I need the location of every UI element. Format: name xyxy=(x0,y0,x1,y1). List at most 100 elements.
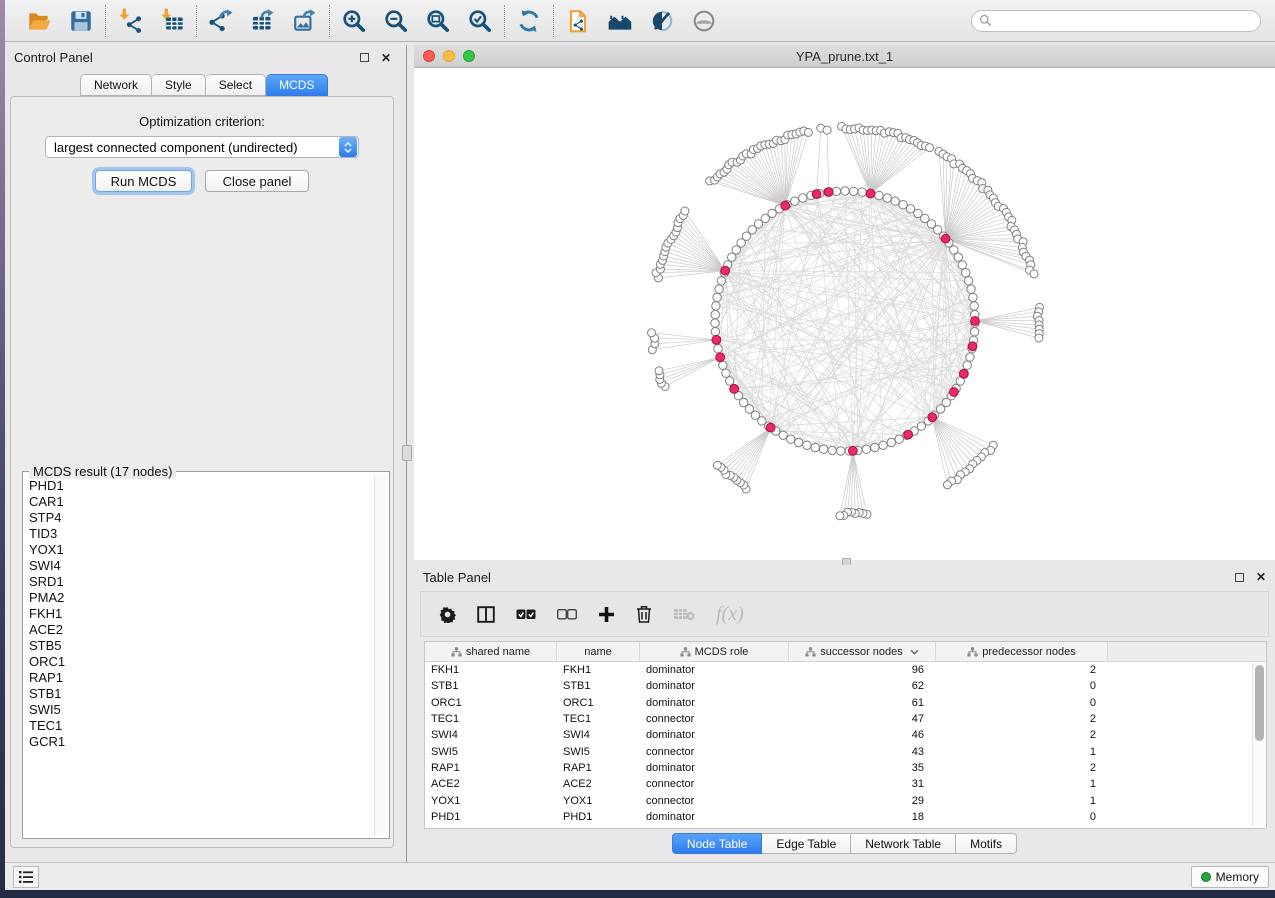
zoom-in-button[interactable] xyxy=(340,7,368,35)
tab-network-table[interactable]: Network Table xyxy=(851,833,956,854)
home-network-icon xyxy=(607,8,633,34)
add-entry-button[interactable] xyxy=(598,606,615,623)
close-window-icon[interactable] xyxy=(423,50,435,62)
splitter-handle[interactable] xyxy=(402,445,412,461)
mcds-node-item[interactable]: STB1 xyxy=(29,686,374,702)
cell-name: PHD1 xyxy=(557,811,640,823)
mcds-node-item[interactable]: STP4 xyxy=(29,510,374,526)
export-table-button[interactable] xyxy=(249,7,277,35)
home-network-button[interactable] xyxy=(606,7,634,35)
table-row[interactable]: SWI5SWI5connector431 xyxy=(425,743,1266,759)
maximize-window-icon[interactable] xyxy=(463,50,475,62)
table-row[interactable]: RAP1RAP1dominator352 xyxy=(425,760,1266,776)
list-icon xyxy=(18,870,34,884)
import-network-icon xyxy=(117,8,143,34)
mcds-node-item[interactable]: SRD1 xyxy=(29,574,374,590)
table-row[interactable]: YOX1YOX1connector291 xyxy=(425,792,1266,808)
table-row[interactable]: SWI4SWI4dominator462 xyxy=(425,727,1266,743)
cell-name: SWI4 xyxy=(557,729,640,741)
control-panel-title: Control Panel xyxy=(14,50,93,65)
cell-shared_name: ORC1 xyxy=(425,697,557,709)
mcds-node-item[interactable]: SWI4 xyxy=(29,558,374,574)
mcds-node-item[interactable]: ACE2 xyxy=(29,622,374,638)
task-history-button[interactable] xyxy=(13,866,39,888)
close-panel-button[interactable]: Close panel xyxy=(205,170,309,192)
table-panel: Table Panel ✕ f(x) shared namenameMCDS r… xyxy=(414,565,1275,858)
mcds-node-item[interactable]: RAP1 xyxy=(29,670,374,686)
save-session-button[interactable] xyxy=(67,7,95,35)
mcds-node-item[interactable]: CAR1 xyxy=(29,494,374,510)
mcds-node-item[interactable]: SWI5 xyxy=(29,702,374,718)
toolbar-group xyxy=(197,7,329,35)
mcds-node-item[interactable]: PHD1 xyxy=(29,478,374,494)
delete-entry-button[interactable] xyxy=(636,605,652,623)
cell-shared_name: ACE2 xyxy=(425,778,557,790)
tab-motifs[interactable]: Motifs xyxy=(956,833,1017,854)
refresh-view-button[interactable] xyxy=(515,7,543,35)
table-scrollbar[interactable] xyxy=(1252,663,1265,827)
import-network-button[interactable] xyxy=(116,7,144,35)
cell-predecessors: 0 xyxy=(936,697,1108,709)
network-window-titlebar[interactable]: YPA_prune.txt_1 xyxy=(414,45,1275,68)
mcds-node-item[interactable]: YOX1 xyxy=(29,542,374,558)
tab-style[interactable]: Style xyxy=(152,74,206,96)
mcds-node-item[interactable]: TID3 xyxy=(29,526,374,542)
tab-mcds[interactable]: MCDS xyxy=(266,74,328,96)
table-row[interactable]: ACE2ACE2connector311 xyxy=(425,776,1266,792)
show-visualization-button[interactable] xyxy=(690,7,718,35)
export-network-button[interactable] xyxy=(207,7,235,35)
mcds-node-item[interactable]: GCR1 xyxy=(29,734,374,750)
table-row[interactable]: STB1STB1dominator620 xyxy=(425,678,1266,694)
network-canvas[interactable] xyxy=(414,68,1275,560)
export-image-button[interactable] xyxy=(291,7,319,35)
import-table-button[interactable] xyxy=(158,7,186,35)
mcds-node-item[interactable]: ORC1 xyxy=(29,654,374,670)
mcds-node-item[interactable]: PMA2 xyxy=(29,590,374,606)
column-header-shared-name[interactable]: shared name xyxy=(425,642,557,661)
table-row[interactable]: PHD1PHD1dominator180 xyxy=(425,809,1266,825)
mcds-node-item[interactable]: STB5 xyxy=(29,638,374,654)
column-header-name[interactable]: name xyxy=(557,642,640,661)
split-panel-button[interactable] xyxy=(477,606,495,623)
scrollbar-thumb[interactable] xyxy=(1255,665,1264,741)
tab-edge-table[interactable]: Edge Table xyxy=(762,833,851,854)
tab-select[interactable]: Select xyxy=(206,74,266,96)
zoom-out-button[interactable] xyxy=(382,7,410,35)
cell-role: dominator xyxy=(640,680,789,692)
run-mcds-button[interactable]: Run MCDS xyxy=(95,170,192,192)
close-panel-icon[interactable]: ✕ xyxy=(381,52,391,64)
memory-button[interactable]: Memory xyxy=(1191,866,1269,888)
cell-shared_name: SWI5 xyxy=(425,746,557,758)
mcds-result-list[interactable]: PHD1CAR1STP4TID3YOX1SWI4SRD1PMA2FKH1ACE2… xyxy=(25,474,374,836)
select-all-button[interactable] xyxy=(516,608,536,621)
column-header-MCDS-role[interactable]: MCDS role xyxy=(640,642,789,661)
mcds-node-item[interactable]: FKH1 xyxy=(29,606,374,622)
float-panel-icon[interactable] xyxy=(360,53,369,62)
cell-successors: 35 xyxy=(789,762,936,774)
table-row[interactable]: ORC1ORC1dominator610 xyxy=(425,695,1266,711)
table-row[interactable]: TEC1TEC1connector472 xyxy=(425,711,1266,727)
search-input[interactable] xyxy=(997,12,1253,30)
deselect-all-button[interactable] xyxy=(557,608,577,621)
table-row[interactable]: FKH1FKH1dominator962 xyxy=(425,662,1266,678)
float-panel-icon[interactable] xyxy=(1235,573,1244,582)
tab-node-table[interactable]: Node Table xyxy=(672,833,763,854)
minimize-window-icon[interactable] xyxy=(443,50,455,62)
tab-network[interactable]: Network xyxy=(80,74,152,96)
close-panel-icon[interactable]: ✕ xyxy=(1256,571,1266,583)
share-document-button[interactable] xyxy=(564,7,592,35)
zoom-selected-button[interactable] xyxy=(466,7,494,35)
zoom-fit-button[interactable] xyxy=(424,7,452,35)
vertical-splitter[interactable] xyxy=(400,45,414,862)
mcds-node-item[interactable]: TEC1 xyxy=(29,718,374,734)
optimization-criterion-select[interactable]: largest connected component (undirected) xyxy=(45,136,359,158)
network-graph[interactable] xyxy=(414,68,1275,560)
mcds-list-scrollbar[interactable] xyxy=(374,474,387,836)
column-header-predecessor-nodes[interactable]: predecessor nodes xyxy=(936,642,1108,661)
search-box[interactable] xyxy=(971,10,1261,32)
cell-role: dominator xyxy=(640,697,789,709)
column-header-successor-nodes[interactable]: successor nodes xyxy=(789,642,936,661)
settings-gear-button[interactable] xyxy=(439,606,456,623)
open-file-button[interactable] xyxy=(25,7,53,35)
hide-visualization-button[interactable] xyxy=(648,7,676,35)
